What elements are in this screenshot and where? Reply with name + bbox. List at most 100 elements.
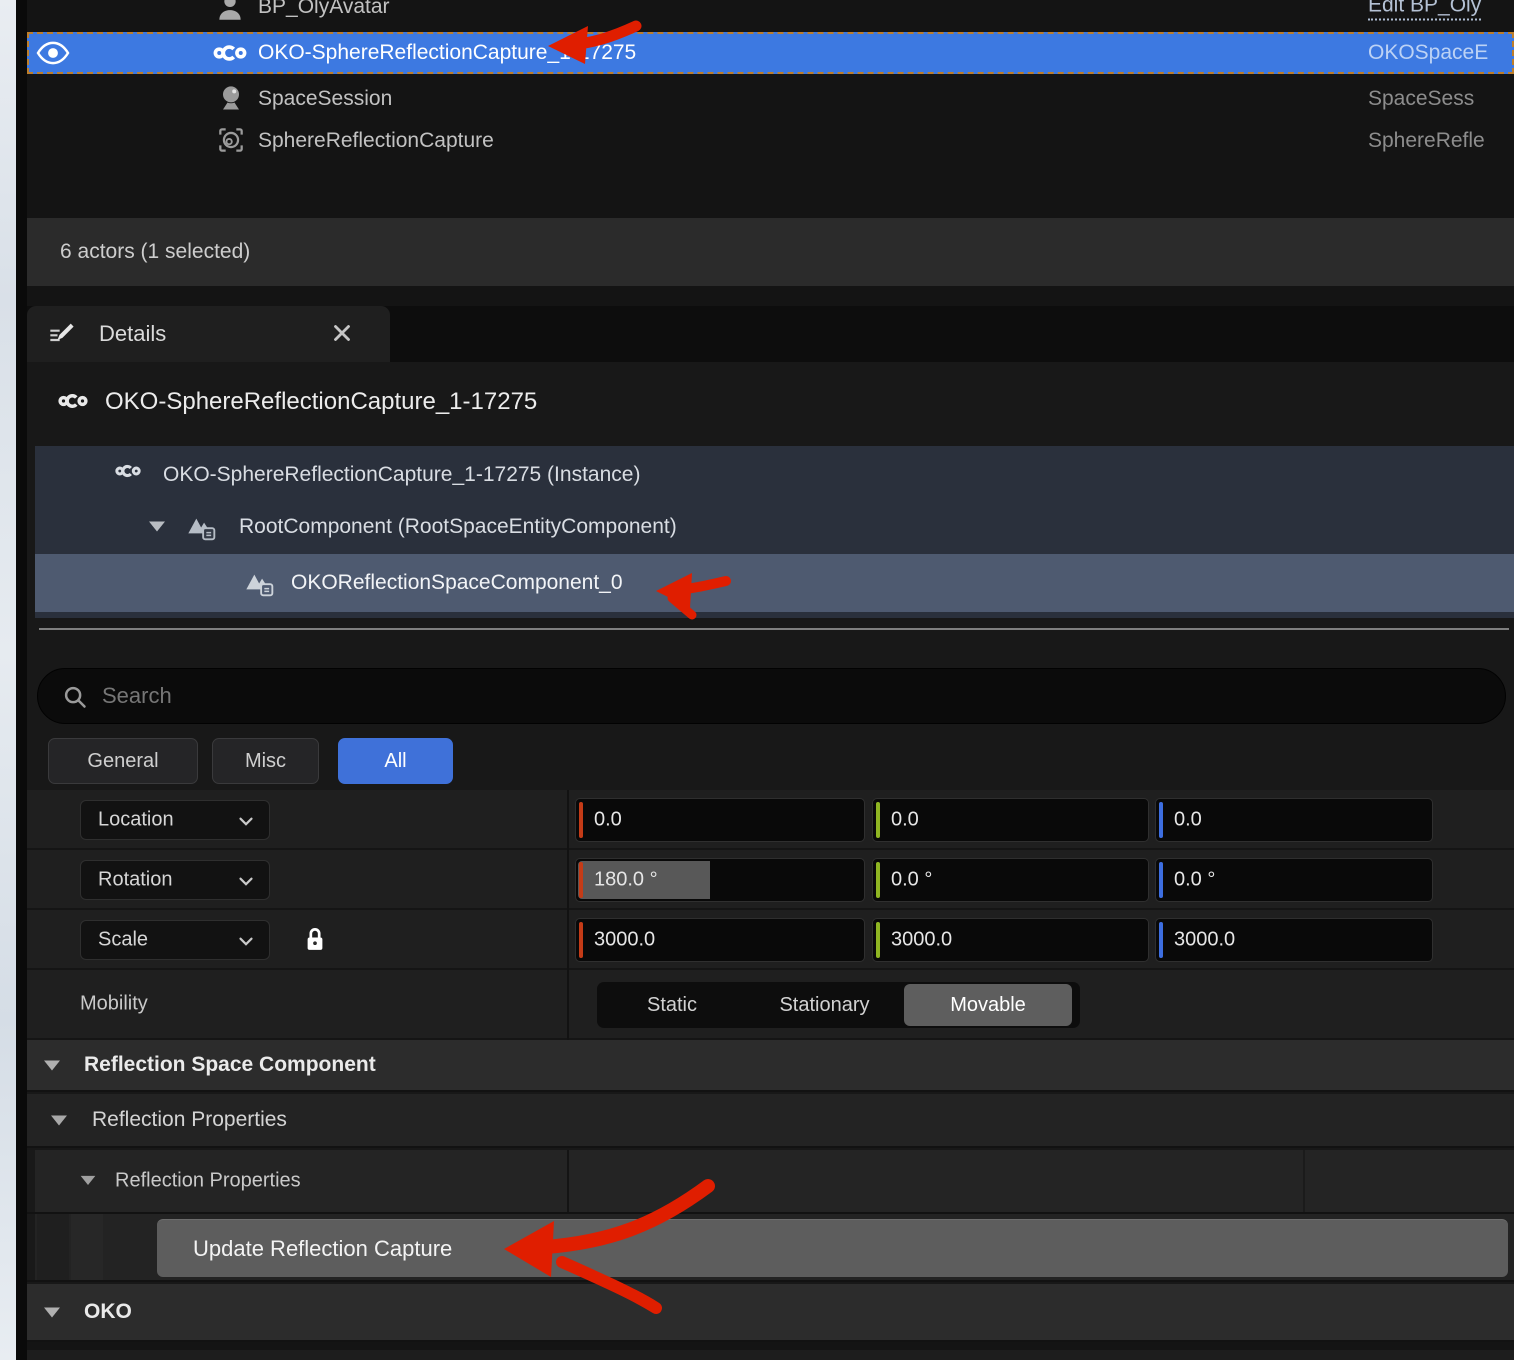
- bottom-row: [27, 1350, 1514, 1360]
- actor-type-label: SpaceSess: [1368, 87, 1474, 111]
- transform-row-label: Rotation: [98, 869, 173, 892]
- mobility-option-label: Movable: [950, 994, 1026, 1017]
- section-header-reflection-properties[interactable]: Reflection Properties: [27, 1094, 1514, 1148]
- actor-label[interactable]: OKO-SphereReflectionCapture_1-17275: [258, 41, 636, 65]
- filter-button-misc[interactable]: Misc: [212, 738, 319, 784]
- details-search-bar: [37, 668, 1506, 724]
- rotation-y-field[interactable]: 0.0 °: [872, 858, 1149, 902]
- indent-rail: [37, 1214, 69, 1280]
- mobility-option-static[interactable]: Static: [597, 982, 747, 1028]
- close-icon[interactable]: [329, 320, 357, 348]
- transform-row-location: Location 0.0 0.0 0.0: [27, 790, 1514, 850]
- expander-triangle-icon: [47, 1108, 71, 1132]
- tree-row-okoreflectionspacecomponent[interactable]: OKOReflectionSpaceComponent_0: [35, 554, 1514, 612]
- search-input[interactable]: [100, 673, 1404, 719]
- filter-label: General: [87, 750, 158, 773]
- filter-button-general[interactable]: General: [48, 738, 198, 784]
- z-axis-accent: [1159, 862, 1163, 898]
- location-z-value[interactable]: 0.0: [1174, 809, 1202, 832]
- instance-link-icon: [53, 386, 97, 416]
- scale-x-field[interactable]: 3000.0: [575, 918, 865, 962]
- chevron-down-icon: [235, 870, 257, 892]
- panel-content: BP_OlyAvatar Edit BP_Oly OKO-SphereRefle…: [27, 0, 1514, 1360]
- rotation-x-value[interactable]: 180.0 °: [594, 869, 658, 892]
- sphere-capture-icon: [215, 124, 249, 158]
- outliner-row-bp-olyavatar[interactable]: BP_OlyAvatar Edit BP_Oly: [27, 0, 1514, 28]
- x-axis-accent: [579, 862, 583, 898]
- actor-type-label: SphereRefle: [1368, 129, 1485, 153]
- scale-z-value[interactable]: 3000.0: [1174, 929, 1235, 952]
- outliner-row-oko-spherereflectioncapture[interactable]: OKO-SphereReflectionCapture_1-17275 OKOS…: [27, 32, 1514, 74]
- chevron-down-icon: [235, 810, 257, 832]
- location-x-value[interactable]: 0.0: [594, 809, 622, 832]
- indent-rail: [27, 1214, 35, 1280]
- z-axis-accent: [1159, 922, 1163, 958]
- filter-label: All: [384, 750, 406, 773]
- tab-details[interactable]: Details: [27, 306, 390, 362]
- indent-rail: [27, 1150, 35, 1212]
- location-y-value[interactable]: 0.0: [891, 809, 919, 832]
- transform-row-rotation: Rotation 180.0 ° 0.0 ° 0.0 °: [27, 850, 1514, 910]
- tree-row-rootcomponent[interactable]: RootComponent (RootSpaceEntityComponent): [35, 502, 1514, 552]
- rotation-z-value[interactable]: 0.0 °: [1174, 869, 1215, 892]
- details-panel: OKO-SphereReflectionCapture_1-17275 OKO-…: [27, 362, 1514, 1360]
- tree-item-label[interactable]: RootComponent (RootSpaceEntityComponent): [239, 515, 677, 539]
- section-title: Reflection Properties: [92, 1108, 287, 1132]
- outliner-row-spherereflectioncapture[interactable]: SphereReflectionCapture SphereRefle: [27, 120, 1514, 162]
- actor-type-label: OKOSpaceE: [1368, 41, 1488, 65]
- filter-label: Misc: [245, 750, 286, 773]
- mobility-option-stationary[interactable]: Stationary: [747, 982, 902, 1028]
- location-y-field[interactable]: 0.0: [872, 798, 1149, 842]
- scale-y-field[interactable]: 3000.0: [872, 918, 1149, 962]
- instance-link-icon: [111, 458, 145, 492]
- mobility-label: Mobility: [80, 993, 148, 1016]
- details-tab-bar: Details: [27, 306, 1514, 362]
- property-label: Reflection Properties: [115, 1170, 301, 1193]
- section-title: OKO: [84, 1300, 132, 1324]
- actor-label[interactable]: SpaceSession: [258, 87, 392, 111]
- column-divider: [567, 1150, 569, 1212]
- component-tree: OKO-SphereReflectionCapture_1-17275 (Ins…: [35, 446, 1514, 618]
- button-label: Update Reflection Capture: [193, 1236, 452, 1262]
- section-header-oko[interactable]: OKO: [27, 1284, 1514, 1342]
- scale-x-value[interactable]: 3000.0: [594, 929, 655, 952]
- scale-dropdown-button[interactable]: Scale: [80, 920, 270, 960]
- tree-row-instance[interactable]: OKO-SphereReflectionCapture_1-17275 (Ins…: [35, 450, 1514, 500]
- panel-splitter-handle[interactable]: [39, 628, 1509, 630]
- scale-z-field[interactable]: 3000.0: [1155, 918, 1433, 962]
- avatar-icon: [213, 0, 247, 24]
- rotation-y-value[interactable]: 0.0 °: [891, 869, 932, 892]
- scene-component-icon: [185, 510, 219, 544]
- outliner-row-spacesession[interactable]: SpaceSession SpaceSess: [27, 78, 1514, 120]
- location-dropdown-button[interactable]: Location: [80, 800, 270, 840]
- x-axis-accent: [579, 922, 583, 958]
- location-z-field[interactable]: 0.0: [1155, 798, 1433, 842]
- y-axis-accent: [876, 922, 880, 958]
- edit-blueprint-link[interactable]: Edit BP_Oly: [1368, 0, 1481, 21]
- filter-button-all[interactable]: All: [338, 738, 453, 784]
- location-x-field[interactable]: 0.0: [575, 798, 865, 842]
- expander-triangle-icon[interactable]: [145, 514, 171, 540]
- rotation-dropdown-button[interactable]: Rotation: [80, 860, 270, 900]
- outliner-section: BP_OlyAvatar Edit BP_Oly OKO-SphereRefle…: [27, 0, 1514, 218]
- section-header-reflection-space-component[interactable]: Reflection Space Component: [27, 1040, 1514, 1092]
- tree-item-label[interactable]: OKO-SphereReflectionCapture_1-17275 (Ins…: [163, 463, 640, 487]
- update-reflection-capture-row: Update Reflection Capture: [27, 1214, 1514, 1282]
- rotation-z-field[interactable]: 0.0 °: [1155, 858, 1433, 902]
- scene-component-icon: [243, 566, 277, 600]
- y-axis-accent: [876, 862, 880, 898]
- z-axis-accent: [1159, 802, 1163, 838]
- tree-item-label[interactable]: OKOReflectionSpaceComponent_0: [291, 571, 623, 595]
- panel-left-border: [16, 0, 27, 1360]
- actor-label[interactable]: SphereReflectionCapture: [258, 129, 494, 153]
- actor-label[interactable]: BP_OlyAvatar: [258, 0, 390, 19]
- scale-y-value[interactable]: 3000.0: [891, 929, 952, 952]
- expander-triangle-icon: [40, 1300, 64, 1324]
- camera-session-icon: [215, 82, 249, 116]
- nested-row-reflection-properties[interactable]: Reflection Properties: [27, 1150, 1514, 1214]
- scale-lock-icon[interactable]: [300, 924, 330, 956]
- rotation-x-field[interactable]: 180.0 °: [575, 858, 865, 902]
- visibility-eye-icon[interactable]: [35, 38, 71, 68]
- mobility-option-movable[interactable]: Movable: [904, 984, 1072, 1026]
- update-reflection-capture-button[interactable]: Update Reflection Capture: [157, 1219, 1508, 1277]
